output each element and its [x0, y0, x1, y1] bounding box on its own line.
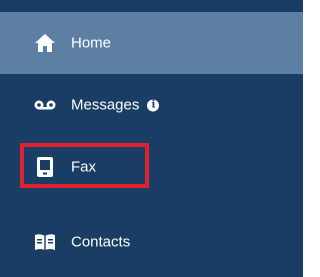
sidebar-nav: Home Messages i Fax Contacts: [0, 0, 303, 277]
info-icon[interactable]: i: [147, 99, 160, 111]
contacts-book-icon: [33, 230, 57, 254]
sidebar-item-label: Messages: [71, 96, 140, 114]
sidebar-item-label: Home: [71, 34, 112, 52]
messages-label-group: Messages i: [71, 96, 160, 114]
sidebar-item-label: Contacts: [71, 233, 131, 251]
home-icon: [33, 31, 57, 55]
sidebar-item-home[interactable]: Home: [0, 12, 303, 74]
sidebar-item-messages[interactable]: Messages i: [0, 74, 303, 136]
voicemail-icon: [33, 93, 57, 117]
sidebar-item-contacts[interactable]: Contacts: [0, 211, 303, 273]
fax-highlight-box: [20, 143, 149, 188]
